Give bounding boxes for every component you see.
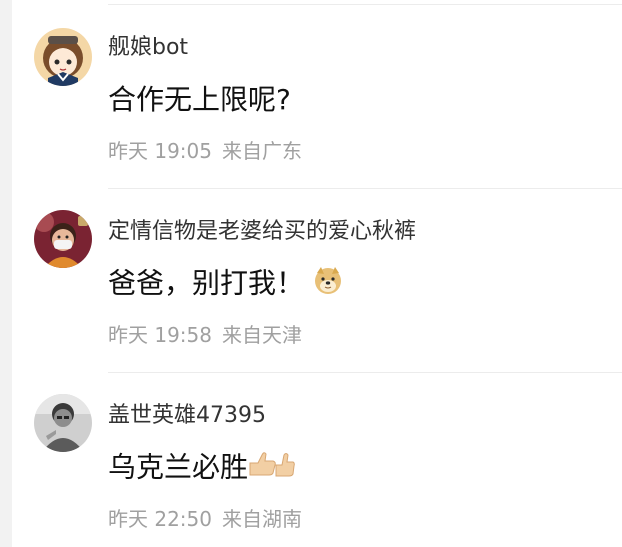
comment-time: 昨天 22:50 (108, 507, 212, 531)
divider (108, 188, 622, 189)
comment-location: 来自广东 (222, 139, 302, 163)
divider (108, 372, 622, 373)
avatar[interactable] (34, 394, 92, 452)
username[interactable]: 舰娘bot (108, 34, 188, 62)
comment-time: 昨天 19:58 (108, 323, 212, 347)
comment-time: 昨天 19:05 (108, 139, 212, 163)
comment-list: 舰娘bot 合作无上限呢? 昨天 19:05 来自广东 定情信物是老婆给买的爱心秋… (0, 0, 622, 547)
comment-location: 来自天津 (222, 323, 302, 347)
username[interactable]: 盖世英雄47395 (108, 402, 266, 430)
comment-text: 乌克兰必胜 (108, 449, 296, 488)
anime-girl-avatar-icon (34, 28, 92, 86)
avatar[interactable] (34, 28, 92, 86)
doge-icon (313, 265, 343, 304)
comment-text: 爸爸，别打我！ (108, 265, 343, 304)
comment-text-body: 爸爸，别打我！ (108, 266, 305, 300)
comment-meta: 昨天 19:05 来自广东 (108, 138, 312, 164)
avatar[interactable] (34, 210, 92, 268)
comment-text-body: 乌克兰必胜 (108, 450, 249, 484)
grayscale-person-avatar-icon (34, 394, 92, 452)
comment-meta: 昨天 19:58 来自天津 (108, 322, 312, 348)
thumbs-up-icon (248, 449, 296, 488)
username[interactable]: 定情信物是老婆给买的爱心秋裤 (108, 218, 416, 246)
divider (108, 4, 622, 5)
comment-text: 合作无上限呢? (108, 83, 291, 116)
comment-meta: 昨天 22:50 来自湖南 (108, 506, 312, 532)
masked-person-avatar-icon (34, 210, 92, 268)
comment-location: 来自湖南 (222, 507, 302, 531)
